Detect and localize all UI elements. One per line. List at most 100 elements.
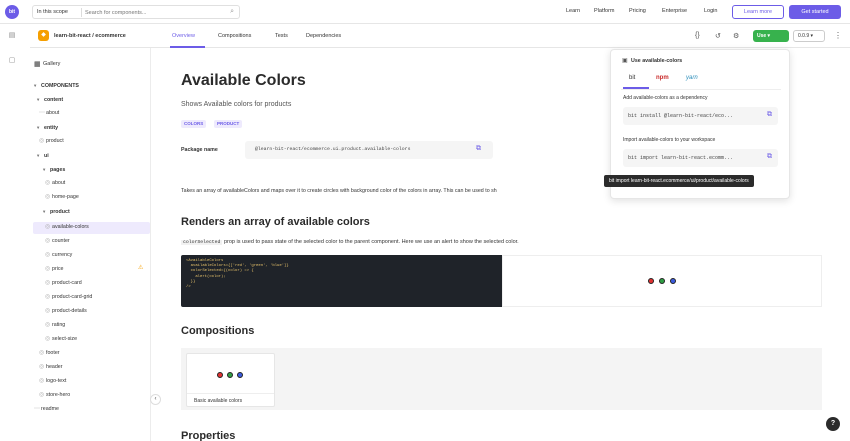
tree-item-select-size[interactable]: ◎ select-size	[45, 334, 77, 345]
color-circle-red[interactable]	[648, 278, 654, 284]
top-bar: bit In this scope ⌕ Learn Platform Prici…	[0, 0, 850, 24]
tab-npm[interactable]: npm	[656, 75, 669, 81]
tree-folder-product[interactable]: ▾ product	[43, 206, 70, 217]
component-description: Takes an array of availableColors and ma…	[181, 188, 497, 194]
copy-icon[interactable]: ⧉	[476, 145, 481, 153]
tree-item-logo-text[interactable]: ◎ logo-text	[39, 376, 66, 387]
tree-item-readme[interactable]: ⋯readme	[34, 404, 59, 415]
component-dot-icon: ◎	[45, 266, 51, 272]
tree-item-product[interactable]: ◎ product	[39, 136, 64, 147]
section-title-properties: Properties	[181, 430, 236, 441]
tree-label: ui	[44, 153, 49, 159]
tree-folder-content[interactable]: ▾ content	[37, 94, 63, 105]
use-button[interactable]: Use ▾	[753, 30, 789, 42]
tree-item-rating[interactable]: ◎ rating	[45, 320, 65, 331]
tree-label: product-card	[52, 280, 82, 286]
scope-search-box[interactable]: In this scope ⌕	[32, 5, 240, 19]
active-tab-indicator	[623, 87, 649, 89]
gallery-icon: ▦	[34, 61, 41, 68]
tree-label: about	[52, 180, 66, 186]
more-options-icon[interactable]: ⋮	[834, 31, 842, 40]
collapse-sidebar-button[interactable]: ‹	[150, 394, 161, 405]
tree-folder-pages[interactable]: ▾ pages	[43, 164, 65, 175]
copy-icon[interactable]: ⧉	[767, 153, 772, 161]
composition-card[interactable]: Basic available colors	[186, 353, 275, 407]
nav-platform[interactable]: Platform	[594, 8, 614, 14]
color-circle-green[interactable]	[659, 278, 665, 284]
tab-tests[interactable]: Tests	[275, 33, 288, 39]
settings-icon[interactable]: ⚙	[733, 32, 739, 40]
chevron-down-icon: ▾	[43, 167, 46, 172]
tree-item-currency[interactable]: ◎ currency	[45, 250, 72, 261]
code-line: />	[186, 285, 191, 290]
tree-label: currency	[52, 252, 73, 258]
tree-label: footer	[46, 350, 60, 356]
code-icon[interactable]: {}	[695, 32, 700, 39]
color-circle-green	[227, 372, 233, 378]
search-input[interactable]	[85, 7, 225, 18]
tree-item-product-details[interactable]: ◎ product-details	[45, 306, 87, 317]
help-button[interactable]: ?	[826, 417, 840, 431]
tree-item-store-hero[interactable]: ◎ store-hero	[39, 390, 70, 401]
tab-compositions[interactable]: Compositions	[218, 33, 251, 39]
tree-item-available-colors[interactable]: ◎ available-colors	[45, 222, 89, 233]
tree-folder-ui[interactable]: ▾ ui	[37, 150, 49, 161]
tree-label: product	[50, 209, 70, 215]
tree-label: product	[46, 138, 64, 144]
tree-label: about	[46, 110, 60, 116]
color-circle-blue	[237, 372, 243, 378]
component-dot-icon: ◎	[45, 336, 51, 342]
tree-item-counter[interactable]: ◎ counter	[45, 236, 70, 247]
tree-item-product-card-grid[interactable]: ◎ product-card-grid	[45, 292, 92, 303]
prop-description-text: prop is used to pass state of the select…	[222, 239, 519, 245]
tab-yarn[interactable]: yarn	[686, 75, 698, 81]
scope-divider	[81, 8, 82, 17]
tree-header-components[interactable]: ▾ COMPONENTS	[34, 80, 79, 91]
component-dot-icon: ◎	[39, 378, 45, 384]
tree-item-price[interactable]: ◎ price	[45, 264, 63, 275]
tree-item-pages-about[interactable]: ◎ about	[45, 178, 65, 189]
tree-item-footer[interactable]: ◎ footer	[39, 348, 60, 359]
nav-enterprise[interactable]: Enterprise	[662, 8, 687, 14]
component-dot-icon: ◎	[45, 252, 51, 258]
code-editor[interactable]: <AvailableColors availableColors={['red'…	[181, 255, 502, 307]
import-command: bit import learn-bit-react.ecomm...	[628, 155, 734, 161]
tree-item-product-card[interactable]: ◎ product-card	[45, 278, 82, 289]
component-dot-icon: ◎	[45, 280, 51, 286]
tree-label: entity	[44, 125, 59, 131]
bit-logo[interactable]: bit	[5, 5, 19, 19]
gallery-link[interactable]: Gallery	[43, 61, 60, 67]
learn-more-button[interactable]: Learn more	[732, 5, 784, 19]
component-dot-icon: ◎	[45, 224, 51, 230]
search-icon[interactable]: ⌕	[230, 8, 234, 16]
label-colors[interactable]: COLORS	[181, 120, 207, 128]
nav-pricing[interactable]: Pricing	[629, 8, 646, 14]
document-icon[interactable]: ▢	[8, 57, 16, 65]
popover-title: Use available-colors	[631, 58, 683, 64]
tab-dependencies[interactable]: Dependencies	[306, 33, 341, 39]
dependency-label: Add available-colors as a dependency	[623, 95, 708, 101]
panel-toggle-icon[interactable]: ▤	[8, 32, 16, 40]
nav-login[interactable]: Login	[704, 8, 717, 14]
component-dot-icon: ◎	[45, 294, 51, 300]
tab-bit[interactable]: bit	[629, 75, 635, 81]
readme-icon: ⋯	[34, 406, 40, 412]
package-name-value: @learn-bit-react/ecommerce.ui.product.av…	[255, 147, 411, 152]
nav-learn[interactable]: Learn	[566, 8, 580, 14]
tree-item-header[interactable]: ◎ header	[39, 362, 63, 373]
get-started-button[interactable]: Get started	[789, 5, 841, 19]
color-circle-blue[interactable]	[670, 278, 676, 284]
tab-overview[interactable]: Overview	[172, 33, 195, 39]
tree-item-about[interactable]: ⋯about	[39, 108, 59, 119]
install-command: bit install @learn-bit-react/eco...	[628, 113, 734, 119]
tree-item-home-page[interactable]: ◎ home-page	[45, 192, 79, 203]
history-icon[interactable]: ↺	[715, 32, 721, 40]
copy-icon[interactable]: ⧉	[767, 111, 772, 119]
component-dot-icon: ◎	[45, 238, 51, 244]
tree-label: content	[44, 97, 64, 103]
version-select[interactable]: 0.0.9 ▾	[793, 30, 825, 42]
tree-folder-entity[interactable]: ▾ entity	[37, 122, 58, 133]
component-path[interactable]: learn-bit-react / ecommerce	[54, 33, 126, 39]
label-product[interactable]: PRODUCT	[214, 120, 243, 128]
tree-label: product-details	[52, 308, 87, 314]
